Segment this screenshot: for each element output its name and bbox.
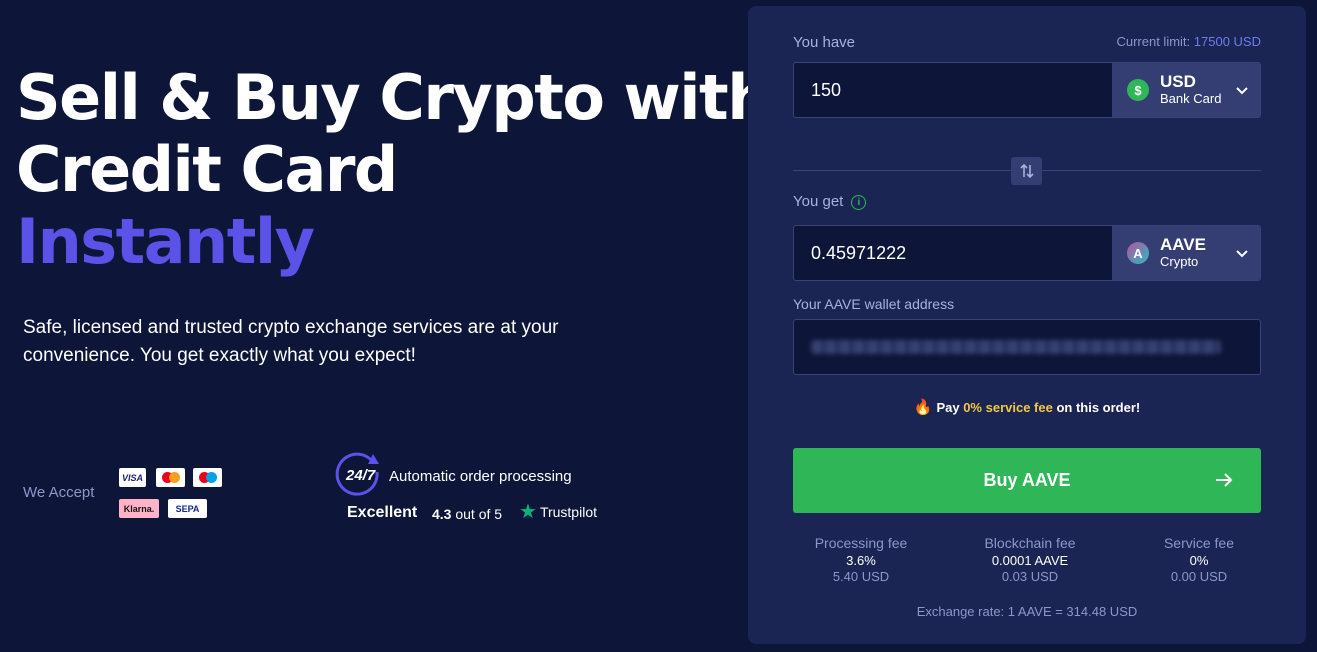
blurred-wallet-address bbox=[811, 340, 1221, 354]
trust-block: 24/7 Automatic order processing Excellen… bbox=[333, 450, 633, 530]
hero-line-2: Credit Card bbox=[16, 133, 398, 206]
have-amount-input[interactable]: 150 bbox=[811, 80, 841, 101]
get-currency-code: AAVE bbox=[1160, 235, 1206, 254]
swap-button[interactable] bbox=[1011, 157, 1042, 185]
get-method: Crypto bbox=[1160, 254, 1199, 269]
exchange-rate: Exchange rate: 1 AAVE = 314.48 USD bbox=[916, 604, 1138, 619]
hero-accent: Instantly bbox=[16, 205, 315, 278]
exchange-panel: You have Current limit: 17500 USD 150 $ … bbox=[748, 6, 1306, 644]
have-currency-select[interactable]: $ USD Bank Card bbox=[1112, 63, 1260, 117]
hours-label: 24/7 bbox=[346, 467, 376, 484]
have-currency-code: USD bbox=[1160, 72, 1196, 91]
hero-headline: Sell & Buy Crypto with Credit Card Insta… bbox=[16, 61, 771, 278]
you-get-field[interactable]: 0.45971222 A AAVE Crypto bbox=[793, 225, 1261, 281]
hero-line-1: Sell & Buy Crypto with bbox=[16, 61, 771, 134]
get-currency-select[interactable]: A AAVE Crypto bbox=[1112, 226, 1260, 280]
service-fee: Service fee 0% 0.00 USD bbox=[1163, 535, 1235, 584]
fee-summary: Processing fee 3.6% 5.40 USD Blockchain … bbox=[748, 535, 1306, 585]
fire-icon: 🔥 bbox=[913, 399, 933, 416]
wallet-address-input[interactable] bbox=[793, 319, 1261, 375]
info-icon[interactable]: i bbox=[851, 194, 867, 210]
swap-arrows-icon bbox=[1019, 163, 1034, 179]
we-accept-label: We Accept bbox=[23, 484, 95, 501]
visa-logo: VISA bbox=[119, 468, 146, 487]
chevron-down-icon bbox=[1236, 250, 1248, 258]
hero-subtitle: Safe, licensed and trusted crypto exchan… bbox=[23, 317, 559, 366]
maestro-logo bbox=[193, 468, 222, 487]
you-get-label: You get i bbox=[793, 193, 867, 210]
blockchain-fee: Blockchain fee 0.0001 AAVE 0.03 USD bbox=[984, 535, 1076, 584]
mastercard-logo bbox=[156, 468, 185, 487]
service-fee-note: 🔥 Pay 0% service fee on this order! bbox=[913, 399, 1141, 416]
have-method: Bank Card bbox=[1160, 91, 1222, 106]
rating-score: 4.3 out of 5 bbox=[432, 506, 503, 522]
trustpilot-logo: ★ Trustpilot bbox=[519, 501, 597, 523]
automatic-processing-text: Automatic order processing bbox=[389, 468, 572, 485]
processing-fee: Processing fee 3.6% 5.40 USD bbox=[814, 535, 908, 584]
rating-word: Excellent bbox=[347, 504, 418, 521]
aave-icon: A bbox=[1127, 242, 1149, 264]
current-limit: Current limit: 17500 USD bbox=[1116, 34, 1261, 49]
you-have-field[interactable]: 150 $ USD Bank Card bbox=[793, 62, 1261, 118]
you-have-label: You have bbox=[793, 34, 856, 51]
chevron-down-icon bbox=[1236, 87, 1248, 95]
wallet-address-label: Your AAVE wallet address bbox=[793, 296, 955, 312]
buy-button-label: Buy AAVE bbox=[983, 470, 1071, 490]
get-amount-input[interactable]: 0.45971222 bbox=[811, 243, 906, 264]
dollar-icon: $ bbox=[1127, 79, 1149, 101]
sepa-logo: SEPA bbox=[168, 499, 207, 518]
arrow-right-icon bbox=[1216, 473, 1233, 487]
star-icon: ★ bbox=[519, 501, 537, 523]
buy-button[interactable]: Buy AAVE bbox=[793, 448, 1261, 513]
klarna-logo: Klarna. bbox=[119, 499, 159, 518]
